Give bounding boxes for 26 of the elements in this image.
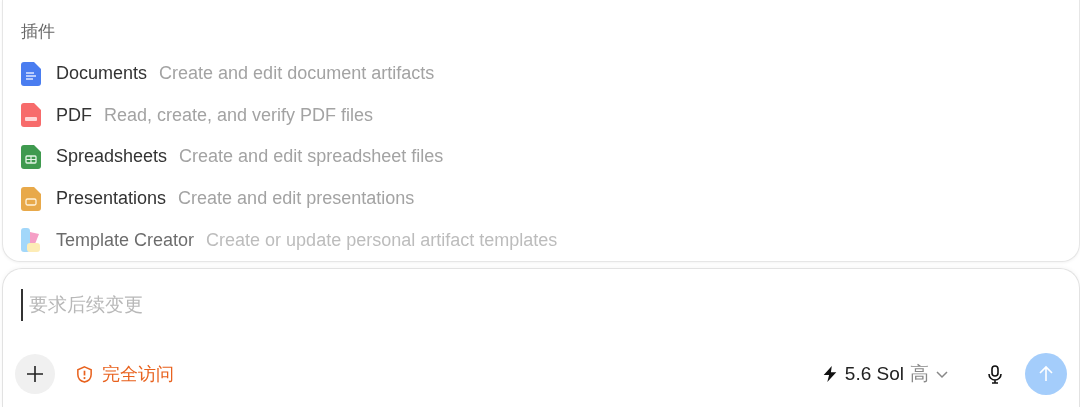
plugin-name: PDF — [56, 104, 92, 126]
plugin-name: Documents — [56, 63, 148, 85]
model-selector[interactable]: 5.6 Sol 高 — [814, 360, 955, 388]
plugin-item[interactable]: Documents Create and edit document artifacts — [21, 53, 1061, 95]
plugin-name: Template Creator — [56, 229, 195, 251]
presentation-icon — [21, 186, 41, 211]
section-heading: 插件 — [21, 21, 56, 43]
microphone-icon — [985, 364, 1005, 384]
plugin-item[interactable]: PDF Read, create, and verify PDF files — [21, 94, 1061, 137]
document-icon — [21, 61, 41, 86]
template-icon — [21, 228, 41, 253]
plugin-name: Presentations — [56, 188, 167, 210]
plugin-description: Create or update personal artifact templates — [206, 229, 558, 251]
spreadsheet-icon — [21, 145, 41, 169]
plus-icon — [25, 364, 45, 384]
plugin-description: Create and edit presentations — [178, 188, 415, 210]
plugin-item[interactable]: Spreadsheets Create and edit spreadsheet files — [21, 136, 1061, 178]
plugin-description: Create and edit spreadsheet files — [179, 146, 444, 168]
shield-alert-icon — [75, 364, 94, 384]
plugin-item[interactable]: Template Creator Create or update personal artifact templates — [21, 219, 1061, 261]
pdf-file-icon — [21, 103, 41, 128]
plugin-name: Spreadsheets — [56, 146, 168, 168]
plugin-item[interactable]: Presentations Create and edit presentations — [21, 177, 1061, 220]
add-button[interactable] — [15, 354, 55, 394]
plugin-description: Read, create, and verify PDF files — [104, 104, 374, 126]
plugin-description: Create and edit document artifacts — [159, 63, 435, 85]
